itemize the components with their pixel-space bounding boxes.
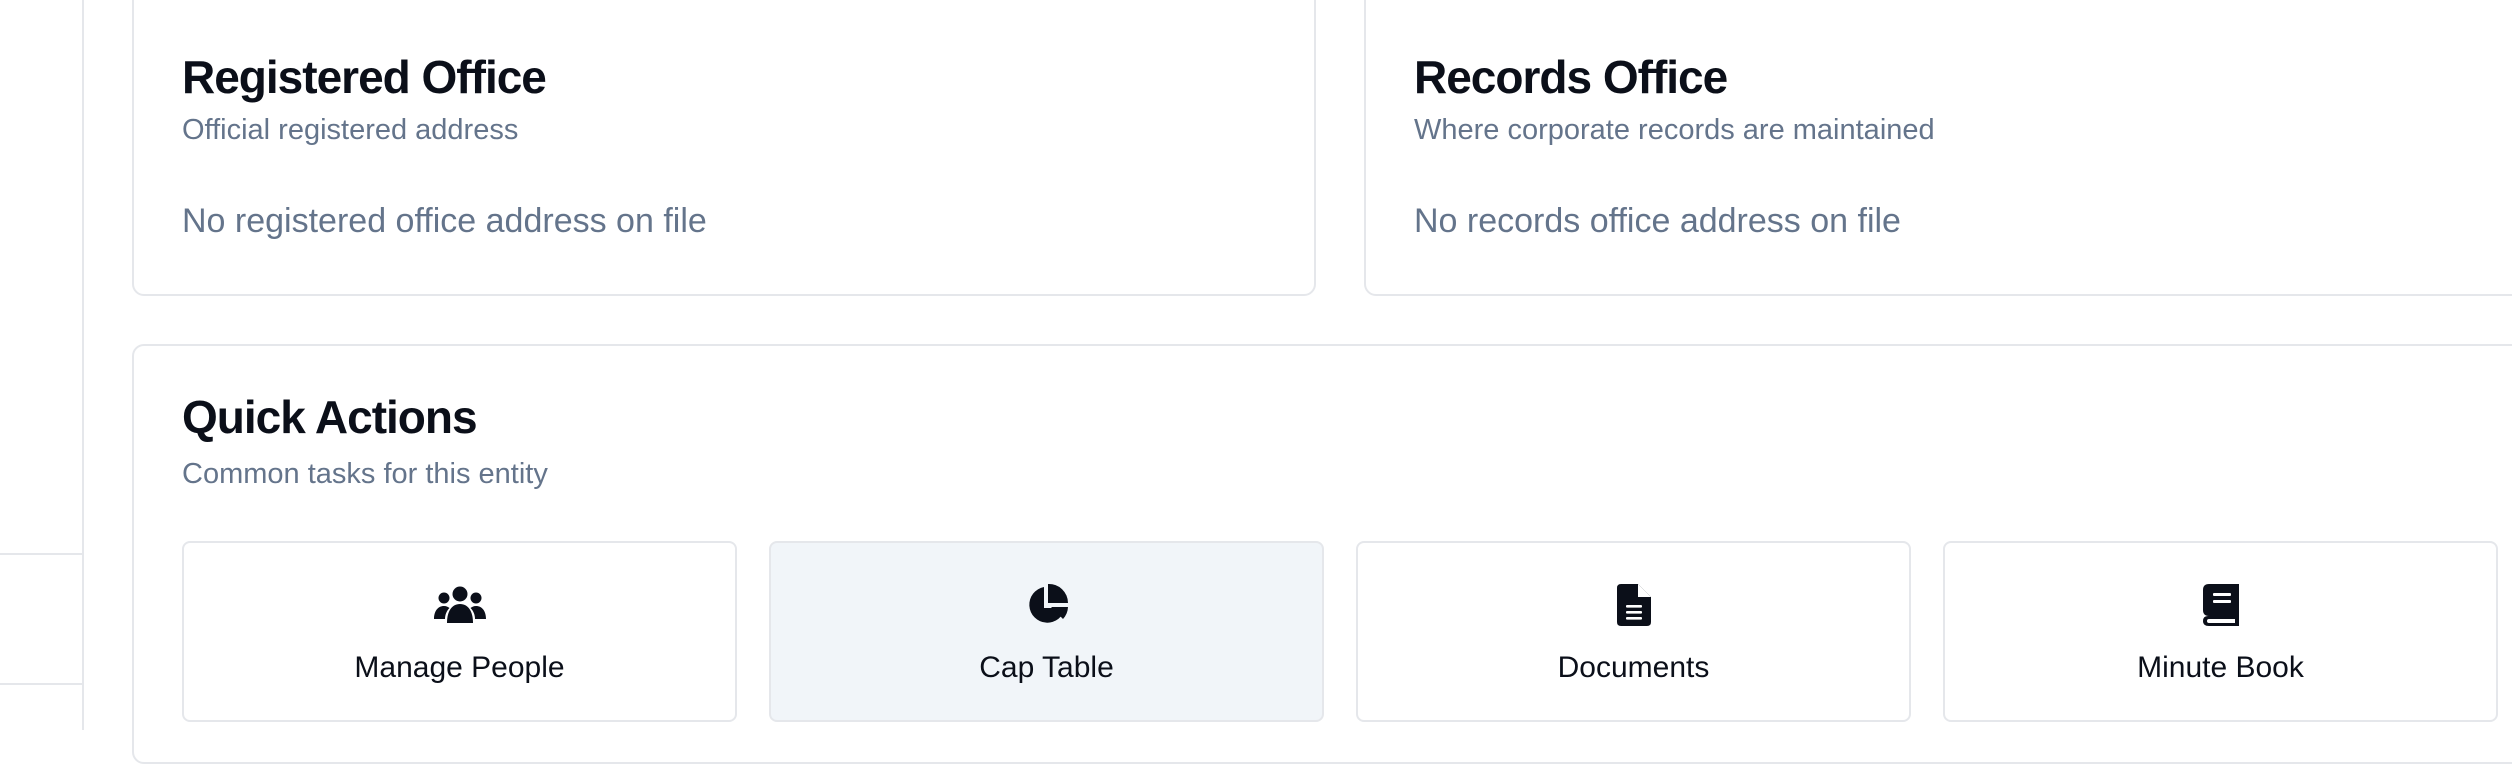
- records-office-title: Records Office: [1414, 51, 1728, 103]
- sidebar: [0, 0, 84, 730]
- sidebar-divider: [0, 683, 82, 685]
- registered-office-empty-text: No registered office address on file: [182, 202, 707, 240]
- documents-label: Documents: [1557, 651, 1710, 684]
- users-icon: [432, 583, 488, 627]
- minute-book-label: Minute Book: [2137, 651, 2304, 684]
- manage-people-button[interactable]: Manage People: [182, 541, 737, 722]
- records-office-card: Records Office Where corporate records a…: [1364, 0, 2512, 296]
- registered-office-subtitle: Official registered address: [182, 114, 519, 146]
- registered-office-title: Registered Office: [182, 51, 547, 103]
- quick-actions-subtitle: Common tasks for this entity: [182, 458, 548, 490]
- records-office-empty-text: No records office address on file: [1414, 202, 1901, 240]
- pie-chart-icon: [1019, 583, 1075, 627]
- records-office-subtitle: Where corporate records are maintained: [1414, 114, 1935, 146]
- cap-table-button[interactable]: Cap Table: [769, 541, 1324, 722]
- document-icon: [1606, 583, 1662, 627]
- quick-actions-title: Quick Actions: [182, 391, 478, 443]
- documents-button[interactable]: Documents: [1356, 541, 1911, 722]
- minute-book-button[interactable]: Minute Book: [1943, 541, 2498, 722]
- cap-table-label: Cap Table: [979, 651, 1114, 684]
- sidebar-divider: [0, 553, 82, 555]
- book-icon: [2193, 583, 2249, 627]
- manage-people-label: Manage People: [354, 651, 565, 684]
- registered-office-card: Registered Office Official registered ad…: [132, 0, 1316, 296]
